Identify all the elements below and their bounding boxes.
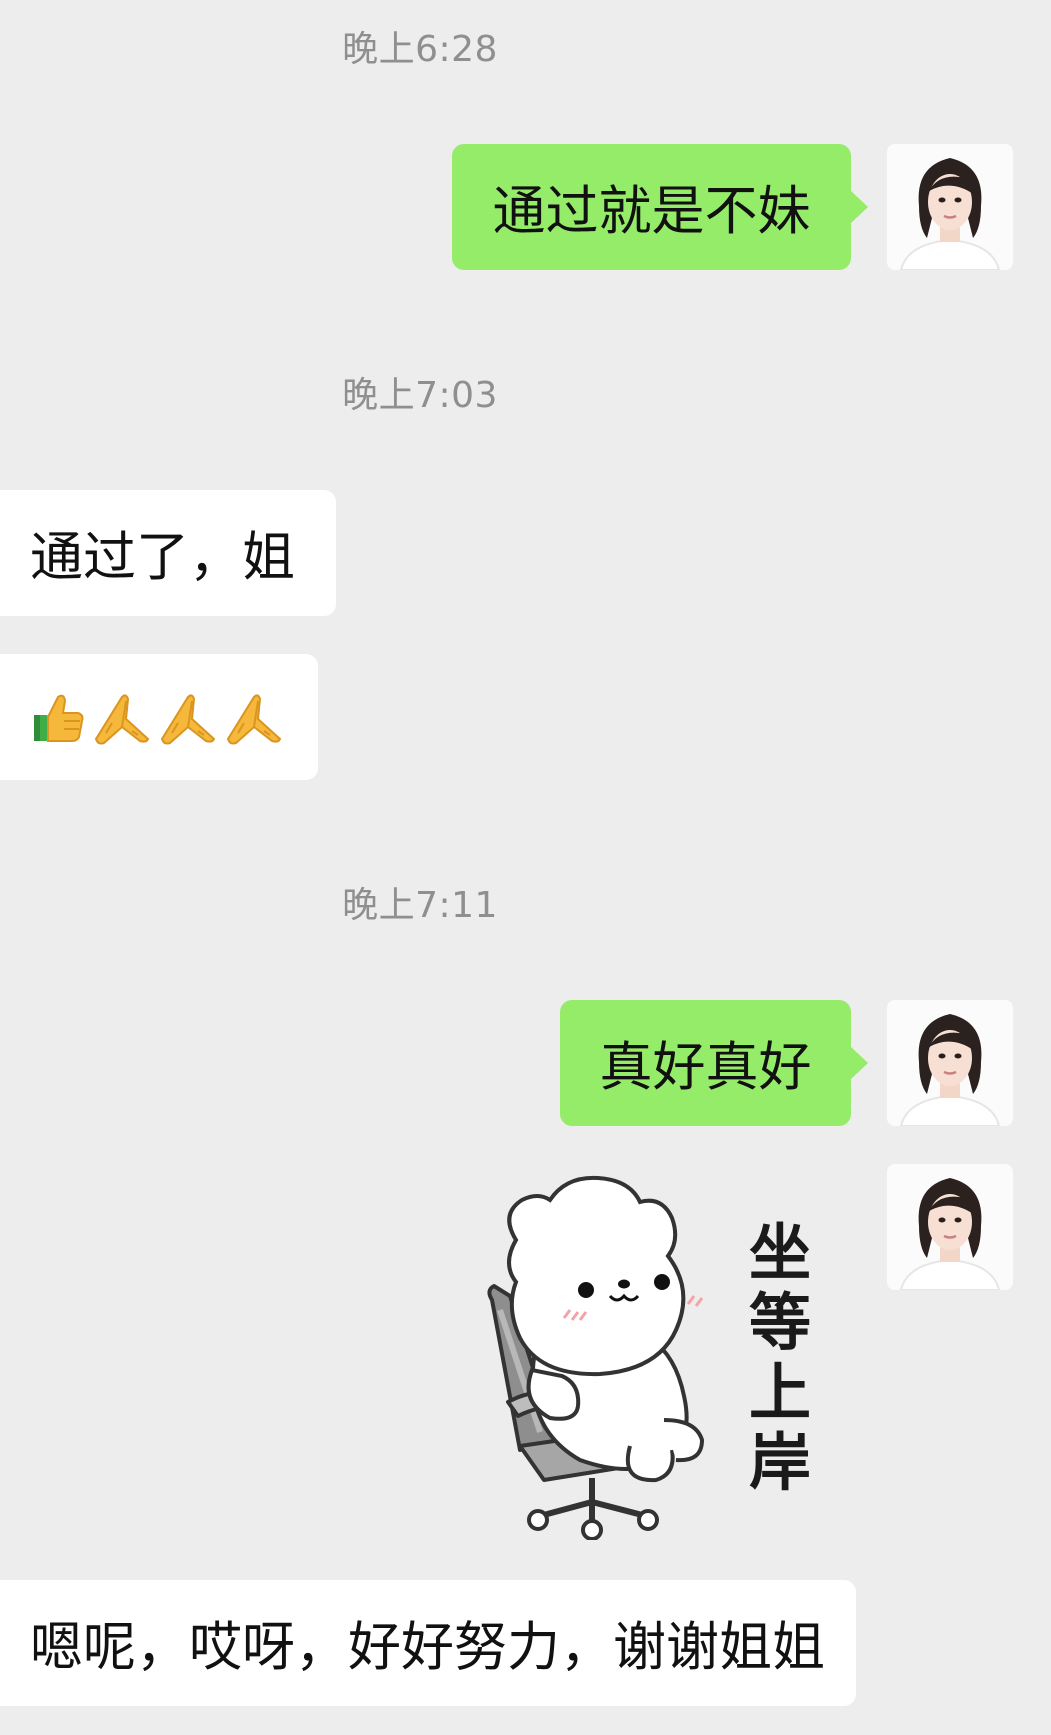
sticker-char: 等 — [748, 1286, 811, 1359]
message-text: 通过就是不妹 — [492, 181, 811, 242]
avatar[interactable] — [887, 1000, 1013, 1126]
incoming-message[interactable]: 嗯呢，哎呀，好好努力，谢谢姐姐 — [0, 1580, 856, 1706]
sticker-char: 上 — [748, 1356, 811, 1429]
sticker-caption: 坐 等 上 岸 — [730, 1218, 830, 1498]
timestamp: 晚上6:28 — [342, 29, 498, 70]
bear-sticker-icon — [487, 1175, 705, 1540]
outgoing-message[interactable]: 通过就是不妹 — [452, 144, 868, 270]
avatar[interactable] — [887, 144, 1013, 270]
timestamp: 晚上7:11 — [342, 885, 498, 926]
profile-photo-icon — [887, 1000, 1013, 1126]
thumbs-up-icon — [34, 694, 84, 742]
profile-photo-icon — [887, 144, 1013, 270]
praying-hands-icon — [94, 694, 150, 745]
sticker-char: 岸 — [748, 1426, 811, 1499]
incoming-emoji-message[interactable] — [0, 654, 318, 780]
incoming-message[interactable]: 通过了，姐 — [0, 490, 336, 616]
message-text: 嗯呢，哎呀，好好努力，谢谢姐姐 — [30, 1617, 825, 1678]
message-text: 通过了，姐 — [30, 527, 295, 588]
praying-hands-icon — [226, 694, 282, 745]
message-text: 真好真好 — [599, 1037, 812, 1098]
profile-photo-icon — [887, 1164, 1013, 1290]
sticker-message[interactable]: 坐 等 上 岸 — [480, 1170, 840, 1540]
avatar[interactable] — [887, 1164, 1013, 1290]
outgoing-message[interactable]: 真好真好 — [560, 1000, 868, 1126]
sticker-char: 坐 — [748, 1216, 811, 1289]
timestamp: 晚上7:03 — [342, 375, 498, 416]
praying-hands-icon — [160, 694, 216, 745]
